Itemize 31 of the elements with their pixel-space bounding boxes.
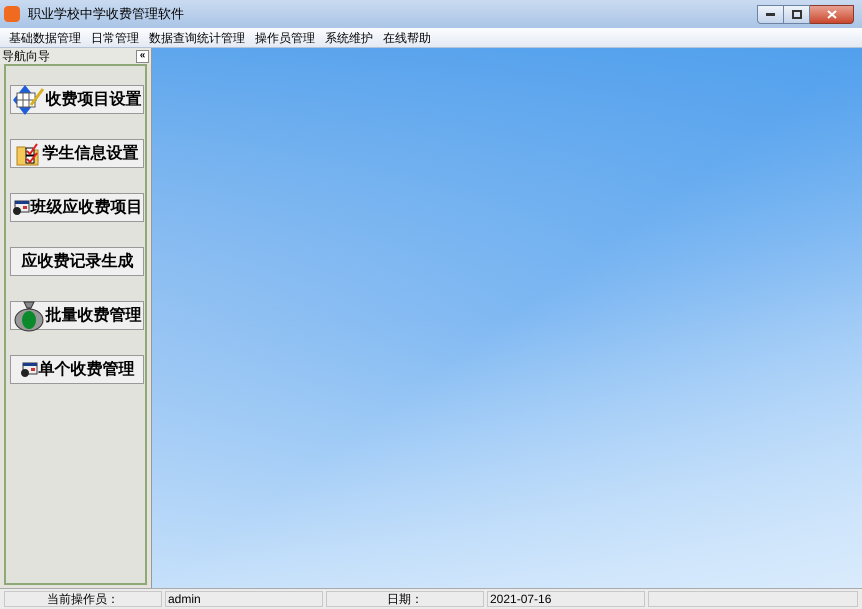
close-icon	[826, 10, 836, 18]
nav-button[interactable]: 批量收费管理	[10, 301, 144, 330]
nav-button[interactable]: 班级应收费项目	[10, 193, 144, 222]
sidebar-title: 导航向导	[2, 48, 50, 64]
nav-button[interactable]: 单个收费管理	[10, 355, 144, 384]
maximize-button[interactable]	[784, 4, 810, 24]
status-label: 当前操作员：	[4, 591, 162, 607]
status-label: 日期：	[326, 591, 484, 607]
status-value: 2021-07-16	[487, 591, 645, 607]
window-title: 职业学校中学收费管理软件	[28, 5, 184, 24]
maximize-icon	[792, 10, 802, 18]
folder-checklist-icon	[16, 140, 42, 166]
nav-button[interactable]: 收费项目设置	[10, 85, 144, 114]
minimize-button[interactable]	[757, 4, 784, 24]
nav-button[interactable]: 应收费记录生成	[10, 247, 144, 276]
form-window-icon	[12, 200, 30, 216]
menu-item[interactable]: 操作员管理	[250, 28, 320, 48]
status-value: admin	[165, 591, 323, 607]
menu-item[interactable]: 系统维护	[320, 28, 378, 48]
menu-item[interactable]: 日常管理	[86, 28, 144, 48]
menu-item[interactable]: 基础数据管理	[4, 28, 86, 48]
form-window-icon	[20, 362, 38, 378]
minimize-icon	[766, 12, 775, 16]
menu-item[interactable]: 在线帮助	[378, 28, 436, 48]
table-pencil-icon	[12, 84, 44, 114]
app-icon	[4, 6, 20, 22]
collapse-button[interactable]: «	[136, 50, 149, 62]
nav-button[interactable]: 学生信息设置	[10, 139, 144, 168]
close-button[interactable]	[810, 4, 854, 24]
menu-item[interactable]: 数据查询统计管理	[144, 28, 250, 48]
money-bag-icon	[12, 300, 44, 332]
